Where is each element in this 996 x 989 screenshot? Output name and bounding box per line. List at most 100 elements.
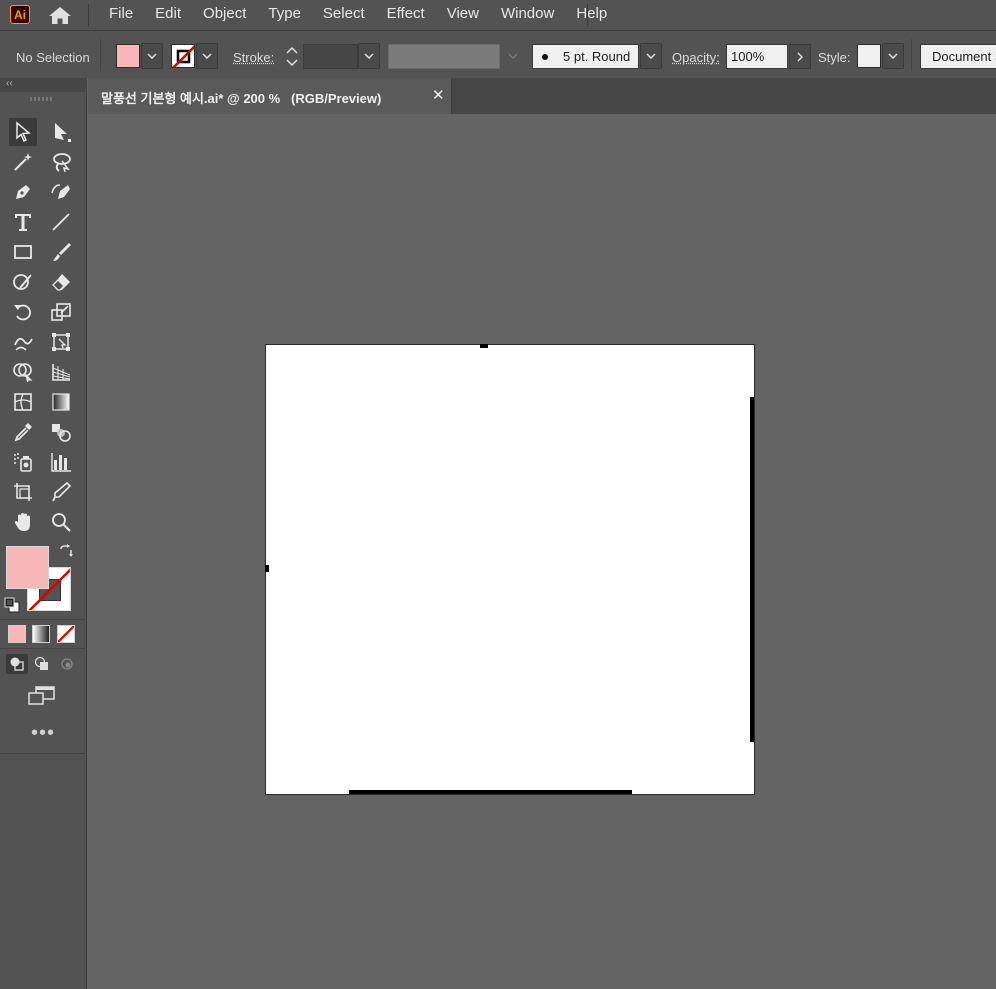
toolbar-divider xyxy=(0,648,87,649)
canvas-area[interactable] xyxy=(88,114,996,989)
control-divider xyxy=(911,39,912,71)
panel-grip[interactable] xyxy=(30,97,54,101)
line-segment-icon xyxy=(52,213,70,231)
pen-tool[interactable] xyxy=(9,178,37,206)
draw-behind-icon xyxy=(34,656,48,670)
artboard-tool[interactable] xyxy=(9,478,37,506)
gradient-mode-button[interactable] xyxy=(32,625,50,643)
bottom-edge-stroke[interactable] xyxy=(349,790,632,794)
stroke-weight-input[interactable] xyxy=(303,44,358,69)
magic-wand-tool[interactable] xyxy=(9,148,37,176)
warp-icon xyxy=(14,337,33,351)
variable-width-profile[interactable] xyxy=(388,44,500,69)
menu-view[interactable]: View xyxy=(436,0,490,30)
chevron-down-icon xyxy=(147,53,157,59)
variable-width-dropdown-button[interactable] xyxy=(502,43,524,69)
menu-type[interactable]: Type xyxy=(257,0,312,30)
opacity-input[interactable]: 100% xyxy=(726,44,788,69)
document-tab[interactable]: 말풍선 기본형 예시.ai* @ 200 % (RGB/Preview) ✕ xyxy=(88,78,452,114)
brush-definition-field[interactable]: 5 pt. Round xyxy=(532,44,639,69)
draw-normal-button[interactable] xyxy=(6,654,28,674)
none-mode-button[interactable] xyxy=(57,625,75,643)
warp-tool[interactable] xyxy=(9,328,37,356)
type-tool[interactable] xyxy=(9,208,37,236)
menu-object[interactable]: Object xyxy=(192,0,257,30)
free-transform-icon xyxy=(52,333,70,351)
tools-panel-header: ‹‹ xyxy=(0,78,87,92)
none-color-icon xyxy=(172,45,194,67)
scale-tool[interactable] xyxy=(47,298,75,326)
selection-status: No Selection xyxy=(16,50,90,65)
artboard[interactable] xyxy=(265,344,755,795)
right-edge-stroke[interactable] xyxy=(750,397,754,742)
opacity-slider-button[interactable] xyxy=(789,44,811,69)
blend-icon xyxy=(52,424,71,442)
paintbrush-tool[interactable] xyxy=(47,238,75,266)
opacity-label[interactable]: Opacity: xyxy=(672,50,720,65)
document-setup-button[interactable]: Document Setup xyxy=(920,44,996,69)
blend-tool[interactable] xyxy=(47,418,75,446)
stroke-weight-spinner-icon[interactable] xyxy=(283,43,301,70)
eyedropper-tool[interactable] xyxy=(9,418,37,446)
menu-edit[interactable]: Edit xyxy=(144,0,192,30)
menu-select[interactable]: Select xyxy=(312,0,376,30)
draw-behind-button[interactable] xyxy=(31,654,53,674)
curvature-pen-icon xyxy=(51,184,70,199)
mesh-tool[interactable] xyxy=(9,388,37,416)
line-segment-tool[interactable] xyxy=(47,208,75,236)
paintbrush-icon xyxy=(53,243,71,261)
menu-effect[interactable]: Effect xyxy=(376,0,436,30)
perspective-grid-icon xyxy=(52,364,71,381)
shape-builder-tool[interactable] xyxy=(9,358,37,386)
hand-icon xyxy=(14,513,30,531)
free-transform-tool[interactable] xyxy=(47,328,75,356)
selection-tool[interactable] xyxy=(9,118,37,146)
draw-inside-icon xyxy=(61,658,73,670)
close-tab-icon[interactable]: ✕ xyxy=(432,86,445,104)
default-fill-stroke-icon[interactable] xyxy=(4,597,20,613)
hand-tool[interactable] xyxy=(9,508,37,536)
column-graph-tool[interactable] xyxy=(47,448,75,476)
zoom-tool[interactable] xyxy=(47,508,75,536)
stroke-color-swatch[interactable] xyxy=(171,44,195,68)
collapse-panel-icon[interactable]: ‹‹ xyxy=(6,78,13,90)
selection-arrow-icon xyxy=(16,121,31,143)
direct-selection-tool[interactable] xyxy=(47,118,75,146)
eyedropper-icon xyxy=(14,423,32,442)
style-label: Style: xyxy=(818,50,851,65)
fill-dropdown-button[interactable] xyxy=(141,43,163,69)
brush-dropdown-button[interactable] xyxy=(640,43,662,69)
app-logo[interactable]: Ai xyxy=(10,5,30,24)
artboard-icon xyxy=(14,483,32,501)
menu-help[interactable]: Help xyxy=(565,0,618,30)
shaper-icon xyxy=(13,274,32,290)
menu-file[interactable]: File xyxy=(98,0,144,30)
shaper-tool[interactable] xyxy=(9,268,37,296)
stroke-weight-dropdown-button[interactable] xyxy=(358,43,380,69)
artboard-left-mark xyxy=(265,565,269,572)
fill-color-box[interactable] xyxy=(6,546,49,589)
eraser-tool[interactable] xyxy=(47,268,75,296)
change-screen-mode-icon[interactable] xyxy=(27,685,57,707)
color-mode-button[interactable] xyxy=(8,625,26,643)
eraser-icon xyxy=(52,274,70,291)
gradient-tool[interactable] xyxy=(47,388,75,416)
edit-toolbar-icon[interactable]: ••• xyxy=(31,723,55,743)
chevron-right-icon xyxy=(797,51,803,62)
rectangle-tool[interactable] xyxy=(9,238,37,266)
menu-window[interactable]: Window xyxy=(490,0,565,30)
perspective-grid-tool[interactable] xyxy=(47,358,75,386)
home-icon[interactable] xyxy=(47,5,73,25)
stroke-dropdown-button[interactable] xyxy=(196,43,218,69)
graphic-style-swatch[interactable] xyxy=(857,44,881,68)
swap-fill-stroke-icon[interactable] xyxy=(58,544,74,560)
lasso-tool[interactable] xyxy=(47,148,75,176)
draw-inside-button[interactable] xyxy=(56,654,78,674)
rotate-tool[interactable] xyxy=(9,298,37,326)
stroke-label[interactable]: Stroke: xyxy=(233,50,274,65)
symbol-sprayer-tool[interactable] xyxy=(9,448,37,476)
style-dropdown-button[interactable] xyxy=(882,43,904,69)
fill-color-swatch[interactable] xyxy=(116,44,140,68)
slice-tool[interactable] xyxy=(47,478,75,506)
curvature-tool[interactable] xyxy=(47,178,75,206)
